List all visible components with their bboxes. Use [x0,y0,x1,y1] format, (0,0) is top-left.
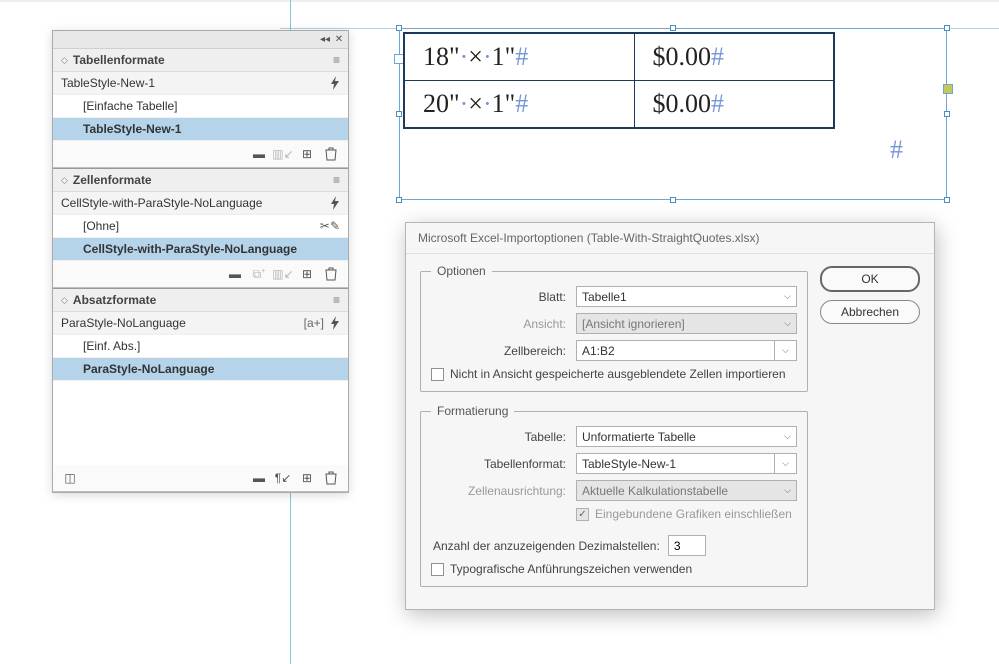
options-group: Optionen Blatt: Tabelle1⌵ Ansicht: [Ansi… [420,264,808,392]
typo-quotes-label: Typografische Anführungszeichen verwende… [450,562,692,576]
new-style-icon[interactable]: ⊞ [298,146,316,162]
typo-quotes-checkbox[interactable] [431,563,444,576]
mapping-indicator: [a+] [304,316,324,330]
chevron-down-icon: ⌵ [784,485,791,496]
table-cell: $0.00# [634,81,834,129]
panel-menu-icon[interactable]: ≡ [333,293,340,307]
style-item-none[interactable]: [Ohne] ✂✎ [53,215,348,238]
view-dropdown: [Ansicht ignorieren]⌵ [576,313,797,334]
applied-style-name: CellStyle-with-ParaStyle-NoLanguage [61,196,330,210]
embed-graphics-checkbox [576,508,589,521]
sheet-label: Blatt: [431,290,566,304]
decimals-input[interactable] [668,535,706,556]
table-style-label: Tabellenformat: [431,457,566,471]
chevron-down-icon: ⌵ [784,431,791,442]
cell-align-dropdown: Aktuelle Kalkulationstabelle⌵ [576,480,797,501]
collapse-icon[interactable]: ◂◂ [320,35,330,45]
panel-menu-icon[interactable]: ≡ [333,53,340,67]
formatting-group: Formatierung Tabelle: Unformatierte Tabe… [420,404,808,587]
chevron-down-icon: ⌵ [782,458,789,469]
cancel-button[interactable]: Abbrechen [820,300,920,324]
trash-icon[interactable] [322,146,340,162]
table-style-combo[interactable]: TableStyle-New-1⌵ [576,453,797,474]
tools-icon: ✂✎ [320,219,340,233]
chevron-down-icon: ⌵ [784,318,791,329]
layout-table[interactable]: 18"·×·1"# $0.00# 20"·×·1"# $0.00# [403,32,835,129]
style-item-basic-table[interactable]: [Einfache Tabelle] [53,95,348,118]
trash-icon[interactable] [322,266,340,282]
lightning-icon[interactable] [330,316,340,330]
applied-style-name: TableStyle-New-1 [61,76,330,90]
style-item-basic-paragraph[interactable]: [Einf. Abs.] [53,335,348,358]
close-icon[interactable]: ✕ [334,35,344,45]
style-item-tablestyle-new-1[interactable]: TableStyle-New-1 [53,118,348,141]
table-cell: 20"·×·1"# [404,81,634,129]
panel-menu-icon[interactable]: ≡ [333,173,340,187]
new-style-icon[interactable]: ⊞ [298,470,316,486]
cell-range-combo[interactable]: A1:B2⌵ [576,340,797,361]
table-cell: $0.00# [634,33,834,81]
folder-icon[interactable]: ▬ [250,470,268,486]
table-cell: 18"·×·1"# [404,33,634,81]
excel-import-dialog: Microsoft Excel-Importoptionen (Table-Wi… [405,222,935,610]
para-formats-tab[interactable]: ◇ Absatzformate ≡ [53,289,348,312]
hidden-cells-checkbox[interactable] [431,368,444,381]
applied-style-name: ParaStyle-NoLanguage [61,316,304,330]
chevron-icon: ◇ [61,295,68,306]
dialog-title: Microsoft Excel-Importoptionen (Table-Wi… [406,223,934,254]
decimals-label: Anzahl der anzuzeigenden Dezimalstellen: [433,539,660,553]
lightning-icon[interactable] [330,76,340,90]
styles-panels: ◂◂ ✕ ◇ Tabellenformate ≡ TableStyle-New-… [52,30,349,493]
table-type-dropdown[interactable]: Unformatierte Tabelle⌵ [576,426,797,447]
trash-icon[interactable] [322,470,340,486]
new-style-icon[interactable]: ⊞ [298,266,316,282]
ok-button[interactable]: OK [820,266,920,292]
clear-override-icon[interactable]: ¶↙ [274,470,292,486]
chevron-down-icon: ⌵ [782,345,789,356]
chevron-down-icon: ⌵ [784,291,791,302]
applied-style-row[interactable]: CellStyle-with-ParaStyle-NoLanguage [53,192,348,215]
sheet-dropdown[interactable]: Tabelle1⌵ [576,286,797,307]
cell-align-label: Zellenausrichtung: [431,484,566,498]
table-formats-tab[interactable]: ◇ Tabellenformate ≡ [53,49,348,72]
folder-icon[interactable]: ▬ [226,266,244,282]
cc-libs-icon[interactable]: ◫ [61,470,79,486]
lightning-icon[interactable] [330,196,340,210]
chevron-icon: ◇ [61,175,68,186]
applied-style-row[interactable]: ParaStyle-NoLanguage [a+] [53,312,348,335]
table-type-label: Tabelle: [431,430,566,444]
panel-chrome[interactable]: ◂◂ ✕ [53,31,348,49]
hidden-cells-label: Nicht in Ansicht gespeicherte ausgeblend… [450,367,786,381]
end-of-story-marker: # [890,135,903,165]
break-link-icon: ⧉⁺ [250,266,268,282]
clear-override-icon: ▥↙ [274,146,292,162]
style-item-parastyle-nolanguage[interactable]: ParaStyle-NoLanguage [53,358,348,381]
applied-style-row[interactable]: TableStyle-New-1 [53,72,348,95]
cell-range-label: Zellbereich: [431,344,566,358]
group-legend: Optionen [431,264,492,278]
cell-formats-tab[interactable]: ◇ Zellenformate ≡ [53,169,348,192]
style-item-cellstyle-nolanguage[interactable]: CellStyle-with-ParaStyle-NoLanguage [53,238,348,261]
panel-title: Absatzformate [73,293,333,307]
group-legend: Formatierung [431,404,514,418]
folder-icon[interactable]: ▬ [250,146,268,162]
panel-title: Tabellenformate [73,53,333,67]
chevron-icon: ◇ [61,55,68,66]
embed-graphics-label: Eingebundene Grafiken einschließen [595,507,792,521]
view-label: Ansicht: [431,317,566,331]
panel-title: Zellenformate [73,173,333,187]
clear-override-icon: ▥↙ [274,266,292,282]
